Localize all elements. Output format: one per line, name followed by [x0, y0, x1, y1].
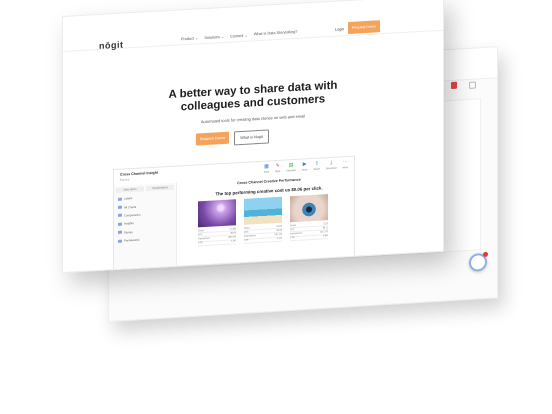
toolbar-share[interactable]: ⇪ Share — [313, 160, 320, 171]
toolbar-label: Style — [275, 169, 281, 174]
folder-icon — [118, 205, 122, 209]
app-sidebar: Story Items Visualisations Labels All Ch… — [114, 182, 177, 271]
more-icon: ⋯ — [342, 159, 348, 166]
folder-icon — [118, 239, 122, 243]
creative-image — [198, 199, 236, 228]
toolbar-story[interactable]: ▶ Story — [301, 161, 308, 172]
metric-value: 298,344 — [228, 236, 236, 239]
creative-image — [244, 196, 282, 225]
metric-label: Impressions — [244, 235, 256, 238]
metric-label: CTR — [290, 237, 295, 240]
metric-row: CTR 3.6% — [290, 234, 328, 242]
chat-icon[interactable] — [469, 251, 488, 272]
metric-value: 12,483 — [229, 227, 236, 231]
card-metrics: Clicks 12,483 CPC $0.06 Impressions 298,344… — [198, 227, 236, 247]
report-canvas: Cross Channel Creative Performance The t… — [194, 173, 344, 265]
play-icon: ▶ — [302, 161, 307, 168]
toolbar-style[interactable]: ✎ Style — [275, 162, 281, 174]
toolbar-data[interactable]: ▦ Data — [264, 163, 270, 174]
toolbar-label: Story — [301, 168, 308, 172]
tab-story-items[interactable]: Story Items — [116, 186, 144, 193]
toolbar-label: More — [342, 166, 348, 170]
chart-icon: ▤ — [288, 162, 294, 169]
folder-icon — [118, 214, 122, 218]
sidebar-item-label: Stories — [124, 229, 133, 235]
sidebar-item-label: Labels — [124, 196, 133, 201]
app-subtitle: Bounce — [120, 177, 130, 182]
nav-link-data-storytelling[interactable]: What is Data Storytelling? — [254, 30, 298, 37]
metric-label: Clicks — [244, 227, 250, 230]
metric-row: CTR 4.2% — [198, 239, 236, 247]
metric-value: 240,118 — [274, 233, 282, 237]
nav-links: Product ⌄ Solutions ⌄ Content ⌄ What is … — [181, 30, 297, 42]
sidebar-item-label: Comparisons — [124, 212, 141, 218]
what-is-nugit-button[interactable]: What is Nugit — [234, 129, 269, 146]
metric-label: Clicks — [198, 229, 204, 232]
metric-value: $0.11 — [322, 226, 328, 230]
nav-link-solutions[interactable]: Solutions ⌄ — [204, 34, 224, 40]
toolbar-visualise[interactable]: ▤ Visualise — [286, 162, 296, 173]
folder-icon — [118, 197, 122, 201]
download-icon: ⤓ — [330, 159, 333, 167]
metric-label: Impressions — [290, 232, 302, 236]
metric-label: CTR — [244, 239, 249, 242]
metric-label: Impressions — [198, 237, 210, 241]
metric-value: $0.08 — [276, 229, 282, 232]
pdf-icon[interactable] — [451, 81, 457, 90]
sidebar-item-label: All Charts — [124, 204, 137, 210]
metric-label: CTR — [198, 242, 203, 245]
card-metrics: Clicks 7,215 CPC $0.11 Impressions 201,775 … — [290, 222, 328, 242]
creative-card[interactable]: Clicks 12,483 CPC $0.06 Impressions 298,344… — [198, 199, 236, 247]
sidebar-item-label: Insights — [124, 221, 134, 226]
toolbar-label: Download — [325, 166, 337, 171]
app-toolbar: ▦ Data ✎ Style ▤ Visualise ▶ Story ⇪ Share ⤓ D… — [264, 159, 348, 174]
creative-cards: Clicks 12,483 CPC $0.06 Impressions 298,344… — [198, 194, 328, 247]
login-link[interactable]: Login — [335, 27, 344, 32]
logo[interactable]: nōgit — [99, 40, 124, 51]
app-title: Cross Channel Insight — [120, 170, 159, 177]
metric-value: 7,215 — [322, 222, 328, 226]
metric-value: 4.1% — [277, 237, 282, 241]
pin-icon: ✎ — [275, 162, 280, 170]
toolbar-download[interactable]: ⤓ Download — [325, 159, 337, 171]
metric-label: Clicks — [290, 224, 296, 227]
request-demo-button[interactable]: Request Demo — [196, 131, 229, 146]
toolbar-label: Data — [264, 170, 270, 174]
metric-value: 4.2% — [231, 240, 236, 243]
card-metrics: Clicks 9,870 CPC $0.08 Impressions 240,118 … — [244, 224, 282, 244]
creative-image — [290, 194, 328, 223]
toolbar-more[interactable]: ⋯ More — [342, 159, 348, 170]
metric-value: $0.06 — [230, 232, 236, 235]
metric-value: 3.6% — [323, 235, 328, 238]
table-icon: ▦ — [264, 163, 269, 170]
document-icon[interactable] — [469, 81, 476, 89]
folder-icon — [118, 230, 122, 235]
top-navigation: nōgit Product ⌄ Solutions ⌄ Content ⌄ Wh… — [63, 0, 443, 52]
creative-card[interactable]: Clicks 7,215 CPC $0.11 Impressions 201,775 … — [290, 194, 328, 242]
toolbar-label: Share — [313, 167, 320, 171]
folder-icon — [118, 222, 122, 226]
front-browser-window: nōgit Product ⌄ Solutions ⌄ Content ⌄ Wh… — [62, 0, 444, 274]
nav-link-product[interactable]: Product ⌄ — [181, 35, 198, 41]
tab-visualisations[interactable]: Visualisations — [146, 184, 174, 192]
share-icon: ⇪ — [314, 160, 319, 167]
metric-row: CTR 4.1% — [244, 237, 282, 244]
metric-label: CPC — [290, 228, 295, 232]
notification-dot — [483, 251, 488, 258]
app-preview: Cross Channel Insight Bounce ▦ Data ✎ Styl… — [113, 155, 355, 272]
nav-request-demo-button[interactable]: Request Demo — [348, 20, 380, 35]
sidebar-item-label: Frameworks — [124, 237, 140, 243]
metric-value: 201,775 — [320, 231, 328, 234]
metric-label: CPC — [244, 231, 249, 234]
nav-link-content[interactable]: Content ⌄ — [230, 33, 248, 39]
metric-value: 9,870 — [276, 225, 282, 228]
creative-card[interactable]: Clicks 9,870 CPC $0.08 Impressions 240,118 … — [244, 196, 282, 244]
metric-label: CPC — [198, 233, 203, 237]
toolbar-label: Visualise — [286, 168, 296, 173]
